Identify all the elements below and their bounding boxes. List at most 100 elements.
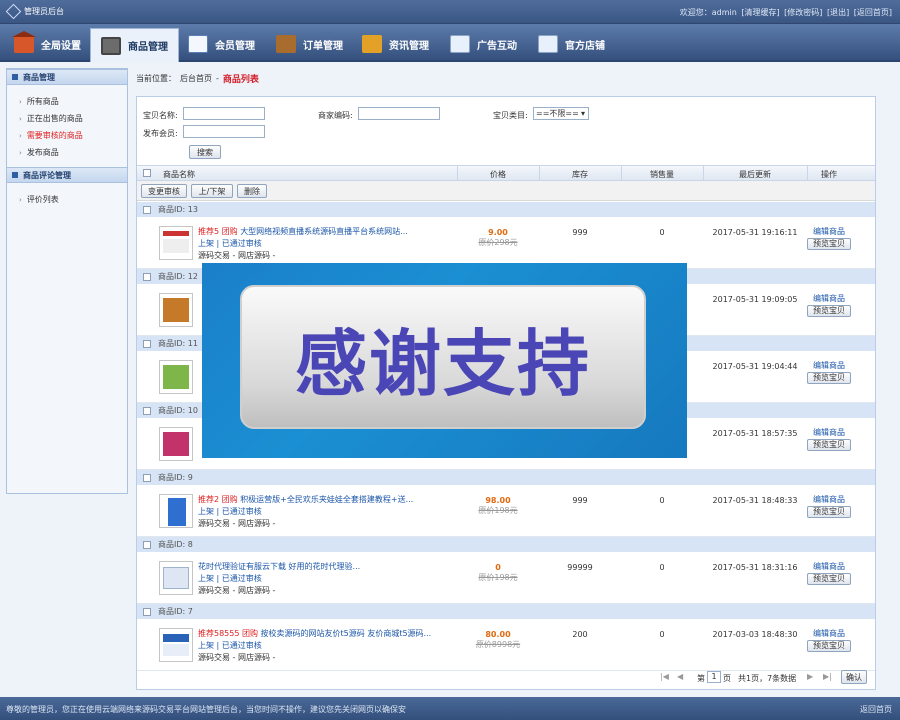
- goods-title-link[interactable]: 大型网络视频直播系统源码直播平台系统网站...: [240, 227, 408, 236]
- goods-status: 上架 | 已通过审核: [198, 641, 262, 650]
- chevron-right-icon: ›: [19, 97, 22, 106]
- toggle-listing-button[interactable]: 上/下架: [191, 184, 233, 198]
- edit-goods-link[interactable]: 编辑商品: [807, 226, 851, 237]
- breadcrumb-home[interactable]: 后台首页: [180, 73, 212, 84]
- goods-thumbnail[interactable]: [159, 226, 193, 260]
- preview-goods-button[interactable]: 预览宝贝: [807, 305, 851, 317]
- search-form: 宝贝名称: 商家编码: 宝贝类目: ==不限== ▾ 发布会员: 搜索: [143, 107, 873, 165]
- member-label: 发布会员:: [143, 129, 178, 138]
- edit-goods-link[interactable]: 编辑商品: [807, 293, 851, 304]
- nav-label: 官方店铺: [565, 40, 605, 52]
- row-group-header: 商品ID: 7: [137, 604, 875, 619]
- preview-goods-button[interactable]: 预览宝贝: [807, 372, 851, 384]
- goods-tag: 推荐2 团购: [198, 495, 238, 504]
- page-input[interactable]: 1: [707, 671, 721, 683]
- change-review-button[interactable]: 变更审核: [141, 184, 187, 198]
- row-checkbox[interactable]: [143, 339, 151, 348]
- page-confirm-button[interactable]: 确认: [841, 670, 867, 684]
- goods-id: 商品ID: 12: [158, 272, 198, 281]
- first-page-icon[interactable]: |◀: [660, 672, 669, 681]
- sidebar-section-goods[interactable]: 商品管理: [7, 69, 127, 85]
- edit-goods-link[interactable]: 编辑商品: [807, 628, 851, 639]
- sidebar-item-pending-review[interactable]: › 需要审核的商品: [19, 127, 127, 144]
- goods-price: 0 原价198元: [457, 563, 539, 583]
- code-input[interactable]: [358, 107, 440, 120]
- chevron-right-icon: ›: [19, 195, 22, 204]
- goods-title-link[interactable]: 花时代理验证有服云下载 好用的花时代理验...: [198, 562, 360, 571]
- goods-title-link[interactable]: 按校卖源码的网站友价t5源码 友价商城t5源码...: [261, 629, 432, 638]
- row-checkbox[interactable]: [143, 272, 151, 281]
- sidebar-item-all-goods[interactable]: › 所有商品: [19, 93, 127, 110]
- row-actions: 编辑商品 预览宝贝: [807, 427, 851, 451]
- nav-global-settings[interactable]: 全局设置: [4, 28, 91, 60]
- table-row: 花时代理验证有服云下载 好用的花时代理验... 上架 | 已通过审核 源码交易 …: [137, 552, 875, 604]
- search-button[interactable]: 搜索: [189, 145, 221, 159]
- edit-goods-link[interactable]: 编辑商品: [807, 494, 851, 505]
- sidebar-item-publish[interactable]: › 发布商品: [19, 144, 127, 161]
- batch-actions-bar: 变更审核 上/下架 删除: [137, 181, 875, 201]
- sidebar-section-comments[interactable]: 商品评论管理: [7, 167, 127, 183]
- preview-goods-button[interactable]: 预览宝贝: [807, 439, 851, 451]
- row-checkbox[interactable]: [143, 205, 151, 214]
- preview-goods-button[interactable]: 预览宝贝: [807, 238, 851, 250]
- sidebar-item-reviews[interactable]: › 评价列表: [19, 191, 127, 208]
- goods-updated: 2017-05-31 18:31:16: [712, 563, 798, 572]
- main-nav: 全局设置 商品管理 会员管理 订单管理 资讯管理 广告互动 官方店铺: [0, 24, 900, 62]
- nav-goods-management[interactable]: 商品管理: [90, 28, 179, 62]
- page-total: 共1页，7条数据: [738, 674, 797, 683]
- goods-updated: 2017-05-31 18:48:33: [712, 496, 798, 505]
- prev-page-icon[interactable]: ◀: [677, 672, 683, 681]
- goods-thumbnail[interactable]: [159, 561, 193, 595]
- goods-thumbnail[interactable]: [159, 427, 193, 461]
- row-actions: 编辑商品 预览宝贝: [807, 226, 851, 250]
- member-input[interactable]: [183, 125, 265, 138]
- logo-icon: [5, 3, 22, 20]
- price-now: 80.00: [485, 630, 511, 639]
- breadcrumb-prefix: 当前位置：: [136, 74, 176, 83]
- last-page-icon[interactable]: ▶|: [823, 672, 832, 681]
- footer-home-link[interactable]: 返回首页: [860, 704, 892, 715]
- preview-goods-button[interactable]: 预览宝贝: [807, 640, 851, 652]
- row-checkbox[interactable]: [143, 607, 151, 616]
- goods-id: 商品ID: 13: [158, 205, 198, 214]
- next-page-icon[interactable]: ▶: [807, 672, 813, 681]
- nav-info-management[interactable]: 资讯管理: [352, 28, 439, 60]
- logout-link[interactable]: [退出]: [827, 8, 849, 17]
- edit-goods-link[interactable]: 编辑商品: [807, 561, 851, 572]
- nav-ad-interaction[interactable]: 广告互动: [440, 28, 527, 60]
- name-label: 宝贝名称:: [143, 111, 178, 120]
- change-password-link[interactable]: [修改密码]: [784, 8, 822, 17]
- goods-title-link[interactable]: 积极运营版+全民欢乐夹娃娃全套搭建教程+送...: [240, 495, 413, 504]
- goods-id: 商品ID: 9: [158, 473, 193, 482]
- goods-id: 商品ID: 11: [158, 339, 198, 348]
- delete-button[interactable]: 删除: [237, 184, 267, 198]
- goods-thumbnail[interactable]: [159, 628, 193, 662]
- nav-member-management[interactable]: 会员管理: [178, 28, 265, 60]
- info-icon: [362, 35, 382, 53]
- edit-goods-link[interactable]: 编辑商品: [807, 360, 851, 371]
- price-now: 98.00: [485, 496, 511, 505]
- edit-goods-link[interactable]: 编辑商品: [807, 427, 851, 438]
- nav-official-shop[interactable]: 官方店铺: [528, 28, 615, 60]
- row-checkbox[interactable]: [143, 473, 151, 482]
- category-select[interactable]: ==不限== ▾: [533, 107, 589, 120]
- sidebar-item-on-sale[interactable]: › 正在出售的商品: [19, 110, 127, 127]
- brand: 管理员后台: [5, 3, 64, 20]
- preview-goods-button[interactable]: 预览宝贝: [807, 506, 851, 518]
- row-actions: 编辑商品 预览宝贝: [807, 293, 851, 317]
- name-input[interactable]: [183, 107, 265, 120]
- row-checkbox[interactable]: [143, 406, 151, 415]
- goods-thumbnail[interactable]: [159, 293, 193, 327]
- goods-sales: 0: [659, 630, 665, 639]
- preview-goods-button[interactable]: 预览宝贝: [807, 573, 851, 585]
- goods-thumbnail[interactable]: [159, 494, 193, 528]
- home-icon: [12, 31, 36, 53]
- clear-cache-link[interactable]: [清理缓存]: [741, 8, 779, 17]
- home-link[interactable]: [返回首页]: [854, 8, 892, 17]
- nav-label: 广告互动: [477, 40, 517, 52]
- nav-order-management[interactable]: 订单管理: [266, 28, 353, 60]
- goods-price: 80.00 原价8998元: [457, 630, 539, 650]
- select-all-checkbox[interactable]: [143, 169, 151, 177]
- goods-thumbnail[interactable]: [159, 360, 193, 394]
- row-checkbox[interactable]: [143, 540, 151, 549]
